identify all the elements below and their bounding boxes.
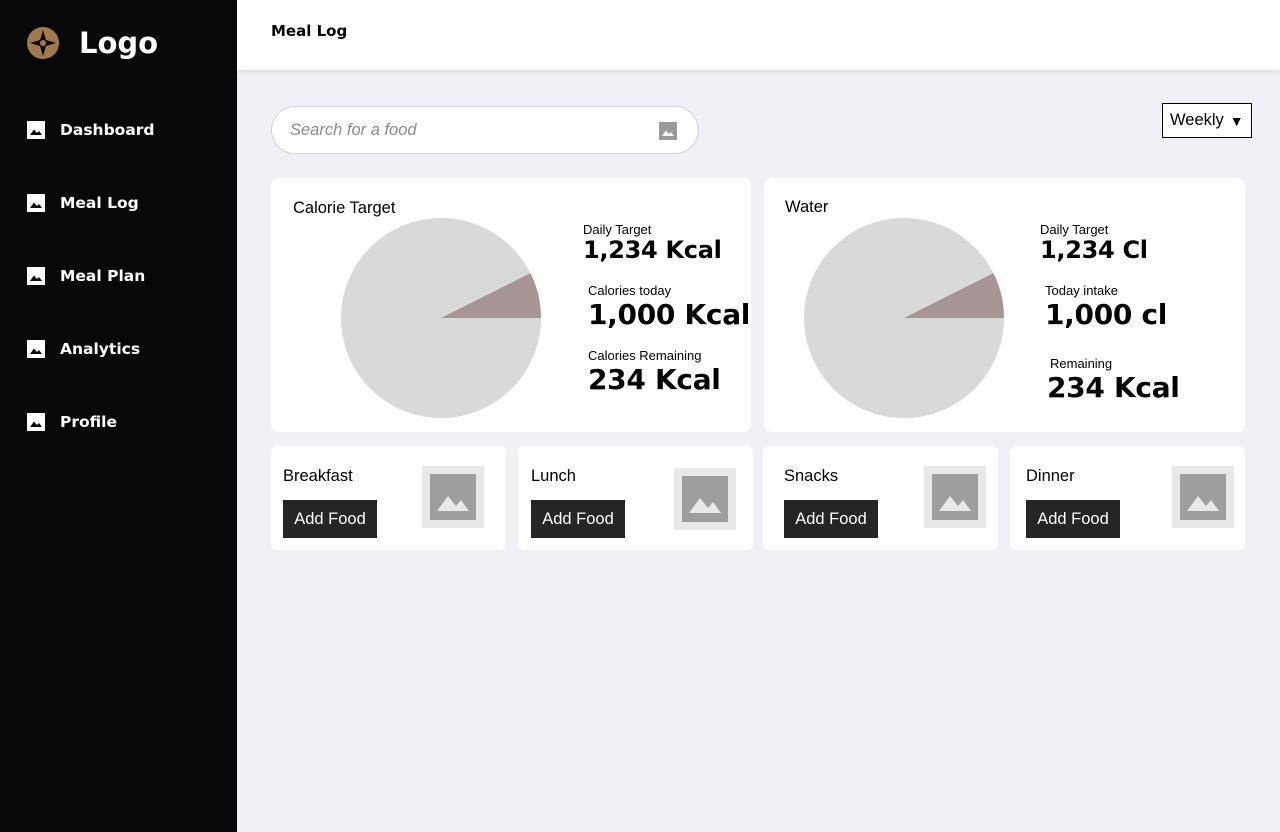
daily-target-value: 1,234 Kcal (583, 236, 722, 264)
calories-today-value: 1,000 Kcal (588, 298, 751, 331)
image-icon (27, 413, 45, 431)
sidebar-item-meal-plan[interactable]: Meal Plan (27, 267, 145, 285)
meal-title: Lunch (531, 467, 576, 485)
calories-today-label: Calories today (588, 283, 672, 298)
image-placeholder-icon (674, 468, 736, 530)
sidebar-item-label: Meal Log (60, 194, 139, 212)
compass-star-icon (27, 27, 59, 59)
water-card: Water Daily Target 1,234 Cl Today intake… (764, 178, 1245, 432)
remaining-value: 234 Kcal (1047, 371, 1180, 404)
calorie-pie-chart (341, 218, 541, 418)
page-title: Meal Log (271, 22, 348, 40)
daily-target-label: Daily Target (583, 222, 652, 237)
daily-target-label: Daily Target (1040, 222, 1109, 237)
image-placeholder-icon (422, 466, 484, 528)
image-icon (27, 194, 45, 212)
logo[interactable]: Logo (27, 26, 158, 60)
add-food-button[interactable]: Add Food (531, 500, 625, 538)
meal-title: Dinner (1026, 467, 1075, 485)
sidebar-item-profile[interactable]: Profile (27, 413, 117, 431)
image-placeholder-icon (924, 466, 986, 528)
period-selected: Weekly (1170, 111, 1224, 129)
meal-card-dinner: Dinner Add Food (1010, 446, 1245, 550)
meal-title: Breakfast (283, 467, 353, 485)
meal-card-snacks: Snacks Add Food (763, 446, 998, 550)
image-icon (27, 121, 45, 139)
today-intake-value: 1,000 cl (1045, 298, 1168, 331)
sidebar-item-analytics[interactable]: Analytics (27, 340, 140, 358)
meal-card-lunch: Lunch Add Food (518, 446, 753, 550)
remaining-label: Remaining (1050, 356, 1113, 371)
image-icon (27, 340, 45, 358)
meal-card-breakfast: Breakfast Add Food (271, 446, 506, 550)
period-dropdown[interactable]: Weekly ▼ (1162, 103, 1252, 138)
meal-title: Snacks (784, 467, 839, 485)
sidebar-item-label: Analytics (60, 340, 141, 358)
add-food-button[interactable]: Add Food (283, 500, 377, 538)
search-input[interactable] (290, 120, 640, 140)
card-title: Water (785, 198, 829, 216)
calorie-target-card: Calorie Target Daily Target 1,234 Kcal C… (271, 178, 751, 432)
image-icon[interactable] (659, 122, 677, 140)
card-title: Calorie Target (293, 199, 396, 217)
sidebar-item-dashboard[interactable]: Dashboard (27, 121, 155, 139)
top-bar: Meal Log (237, 0, 1280, 70)
add-food-button[interactable]: Add Food (1026, 500, 1120, 538)
sidebar-item-label: Meal Plan (60, 267, 146, 285)
sidebar-item-label: Dashboard (60, 121, 155, 139)
sidebar: Logo Dashboard Meal Log Meal Plan Analyt… (0, 0, 237, 832)
today-intake-label: Today intake (1045, 283, 1118, 298)
logo-text: Logo (79, 26, 159, 60)
daily-target-value: 1,234 Cl (1040, 236, 1148, 264)
chevron-down-icon: ▼ (1229, 112, 1244, 129)
sidebar-item-meal-log[interactable]: Meal Log (27, 194, 139, 212)
add-food-button[interactable]: Add Food (784, 500, 878, 538)
calories-remaining-label: Calories Remaining (588, 348, 702, 363)
calories-remaining-value: 234 Kcal (588, 363, 721, 396)
sidebar-item-label: Profile (60, 413, 117, 431)
image-placeholder-icon (1172, 466, 1234, 528)
image-icon (27, 267, 45, 285)
water-pie-chart (804, 218, 1004, 418)
search-bar[interactable] (271, 106, 699, 154)
